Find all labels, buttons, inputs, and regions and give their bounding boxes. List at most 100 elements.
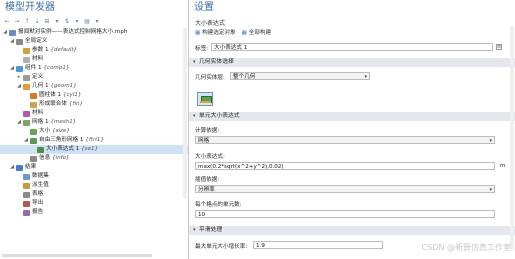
materials-icon [23, 110, 30, 117]
tree-node-tag: {geom1} [50, 83, 77, 89]
toolbar-button-3[interactable]: ↓ [34, 18, 40, 25]
tree-node-label: 大小 {size} [39, 128, 70, 134]
evaluate-select[interactable]: 网格 [195, 136, 495, 145]
tree-node-label: 数据集 [32, 173, 49, 179]
expand-toggle-icon[interactable]: ◢ [16, 82, 22, 91]
toolbar-button-6[interactable]: ⇅ [64, 18, 70, 25]
tree-node-label: 结果 [25, 164, 37, 170]
tree-node[interactable]: 报告 [0, 208, 188, 217]
expand-toggle-icon[interactable]: ◢ [9, 163, 15, 172]
tree-node-label: 几何 1 {geom1} [32, 83, 77, 89]
toolbar-button-1[interactable]: → [14, 18, 20, 25]
tree-node-label: 表格 [32, 191, 44, 197]
toolbar-button-2[interactable]: ↑ [24, 18, 30, 25]
size-expression-field[interactable]: max(0.2*sqrt(x^2+y^2),0.02) [195, 162, 495, 170]
toolbar-button-0[interactable]: ← [4, 18, 10, 25]
datasets-icon [23, 173, 30, 180]
expand-toggle-icon[interactable]: ◢ [23, 136, 29, 145]
tree-node[interactable]: 导出 [0, 199, 188, 208]
expand-toggle-icon[interactable]: ◢ [2, 28, 8, 37]
build-selected-button[interactable]: ▦ 构建选定对象 [195, 28, 236, 36]
section-geometry-selection[interactable]: ▾ 几何实体选择 [189, 58, 515, 67]
size-icon [30, 128, 37, 135]
tree-node[interactable]: 派生值 [0, 181, 188, 190]
toolbar-button-7[interactable]: ▾ [74, 18, 80, 25]
tables-icon [23, 191, 30, 198]
elements-per-cell-caption: 每个格点的单元数: [195, 202, 242, 208]
tree-node-label: 材料 [32, 56, 44, 62]
tree-node-label: 自由三角形网格 1 {ftri1} [39, 137, 104, 143]
toolbar-button-9[interactable]: ▾ [94, 18, 100, 25]
model-builder-toolbar: ← → ↑ ↓ ⊞ ▾ ⇅ ▾ ▤ ▾ [0, 16, 188, 26]
label-field[interactable]: 大小表达式 1 [211, 43, 493, 51]
vertical-scrollbar[interactable] [183, 28, 187, 198]
size-expression-icon [37, 146, 44, 153]
mesh-icon [23, 119, 30, 126]
tree-node[interactable]: ◢ 结果 [0, 163, 188, 172]
label-caption: 标签: [195, 46, 209, 52]
tree-node-tag: {se1} [81, 146, 99, 152]
tree-node[interactable]: 材料 [0, 55, 188, 64]
tree-node[interactable]: 形成联合体 {fin} [0, 100, 188, 109]
tree-node[interactable]: 数据集 [0, 172, 188, 181]
form-union-icon [30, 101, 37, 108]
tree-node-label: 派生值 [32, 182, 49, 188]
toolbar-button-5[interactable]: ▾ [54, 18, 60, 25]
interpolation-select[interactable]: 分辨率 [195, 185, 495, 194]
elements-per-cell-field[interactable]: 10 [195, 210, 495, 218]
free-triangular-icon [30, 137, 37, 144]
reports-icon [23, 209, 30, 216]
tree-node-label: 导出 [32, 200, 44, 206]
component-icon [16, 65, 23, 72]
expand-toggle-icon[interactable]: ◢ [9, 37, 15, 46]
tree-node[interactable]: ◢ 自由三角形网格 1 {ftri1} [0, 136, 188, 145]
geom-level-select[interactable]: 整个几何 [230, 72, 370, 81]
tree-node[interactable]: 材料 [0, 109, 188, 118]
model-tree[interactable]: ◢ 报闻默对实例——表达式控制网格大小.mph ◢ 全局定义 参数 1 {default… [0, 28, 188, 217]
geom-level-caption: 几何实体层: [195, 75, 225, 81]
tree-node[interactable]: 参数 1 {default} [0, 46, 188, 55]
tree-node[interactable]: ◢ 网格 1 {mesh1} [0, 118, 188, 127]
tree-node-tag: {comp1} [43, 65, 70, 71]
build-selected-icon: ▦ [195, 30, 201, 36]
tree-node-label: 圆柱体 1 {cyl1} [39, 92, 82, 98]
tree-node[interactable]: ◢ 组件 1 {comp1} [0, 64, 188, 73]
tree-node[interactable]: ◢ 报闻默对实例——表达式控制网格大小.mph [0, 28, 188, 37]
geometry-icon [23, 83, 30, 90]
section-size-expression[interactable]: ▾ 单元大小表达式 [189, 112, 515, 121]
tree-node-tag: {cyl1} [62, 92, 82, 98]
tree-node[interactable]: 圆柱体 1 {cyl1} [0, 91, 188, 100]
toolbar-button-8[interactable]: ▤ [84, 18, 90, 25]
geometry-selection-button[interactable] [197, 92, 213, 106]
info-icon [30, 155, 37, 162]
section-smoothing[interactable]: ▾ 平滑处理 [189, 226, 515, 235]
expand-toggle-icon[interactable]: ◢ [9, 64, 15, 73]
tree-node[interactable]: ◢ 全局定义 [0, 37, 188, 46]
materials-icon [23, 56, 30, 63]
tree-node[interactable]: ◢ 几何 1 {geom1} [0, 82, 188, 91]
settings-scrollbar[interactable] [510, 26, 514, 250]
cylinder-icon [30, 92, 37, 99]
tree-node[interactable]: 信息 {info} [0, 154, 188, 163]
tree-node[interactable]: 大小 {size} [0, 127, 188, 136]
tree-node[interactable]: 大小表达式 1 {se1} [0, 145, 188, 154]
tree-node[interactable]: ▸ 定义 [0, 73, 188, 82]
derived-values-icon [23, 182, 30, 189]
toolbar-button-4[interactable]: ⊞ [44, 18, 50, 25]
build-all-button[interactable]: ▦ 全部构建 [242, 28, 271, 36]
tree-node-tag: {info} [51, 155, 70, 161]
definitions-icon [23, 74, 30, 81]
max-growth-field[interactable]: 1.9 [253, 241, 383, 249]
horizontal-scrollbar[interactable] [2, 254, 152, 257]
label-reset-icon[interactable]: ≡ [496, 44, 502, 50]
expand-toggle-icon[interactable]: ◢ [16, 118, 22, 127]
settings-subtitle: 大小表达式 [195, 20, 226, 27]
tree-node-tag: {size} [51, 128, 70, 134]
settings-pane: 设置 大小表达式 ▦ 构建选定对象 ▦ 全部构建 标签: 大小表达式 1 ≡ ▾… [189, 0, 515, 259]
tree-node-label: 网格 1 {mesh1} [32, 119, 77, 125]
tree-node-tag: {fin} [68, 101, 84, 107]
expand-toggle-icon[interactable]: ▸ [16, 73, 22, 82]
tree-node-label: 参数 1 {default} [32, 47, 78, 53]
tree-node[interactable]: 表格 [0, 190, 188, 199]
tree-node-label: 材料 [32, 110, 44, 116]
